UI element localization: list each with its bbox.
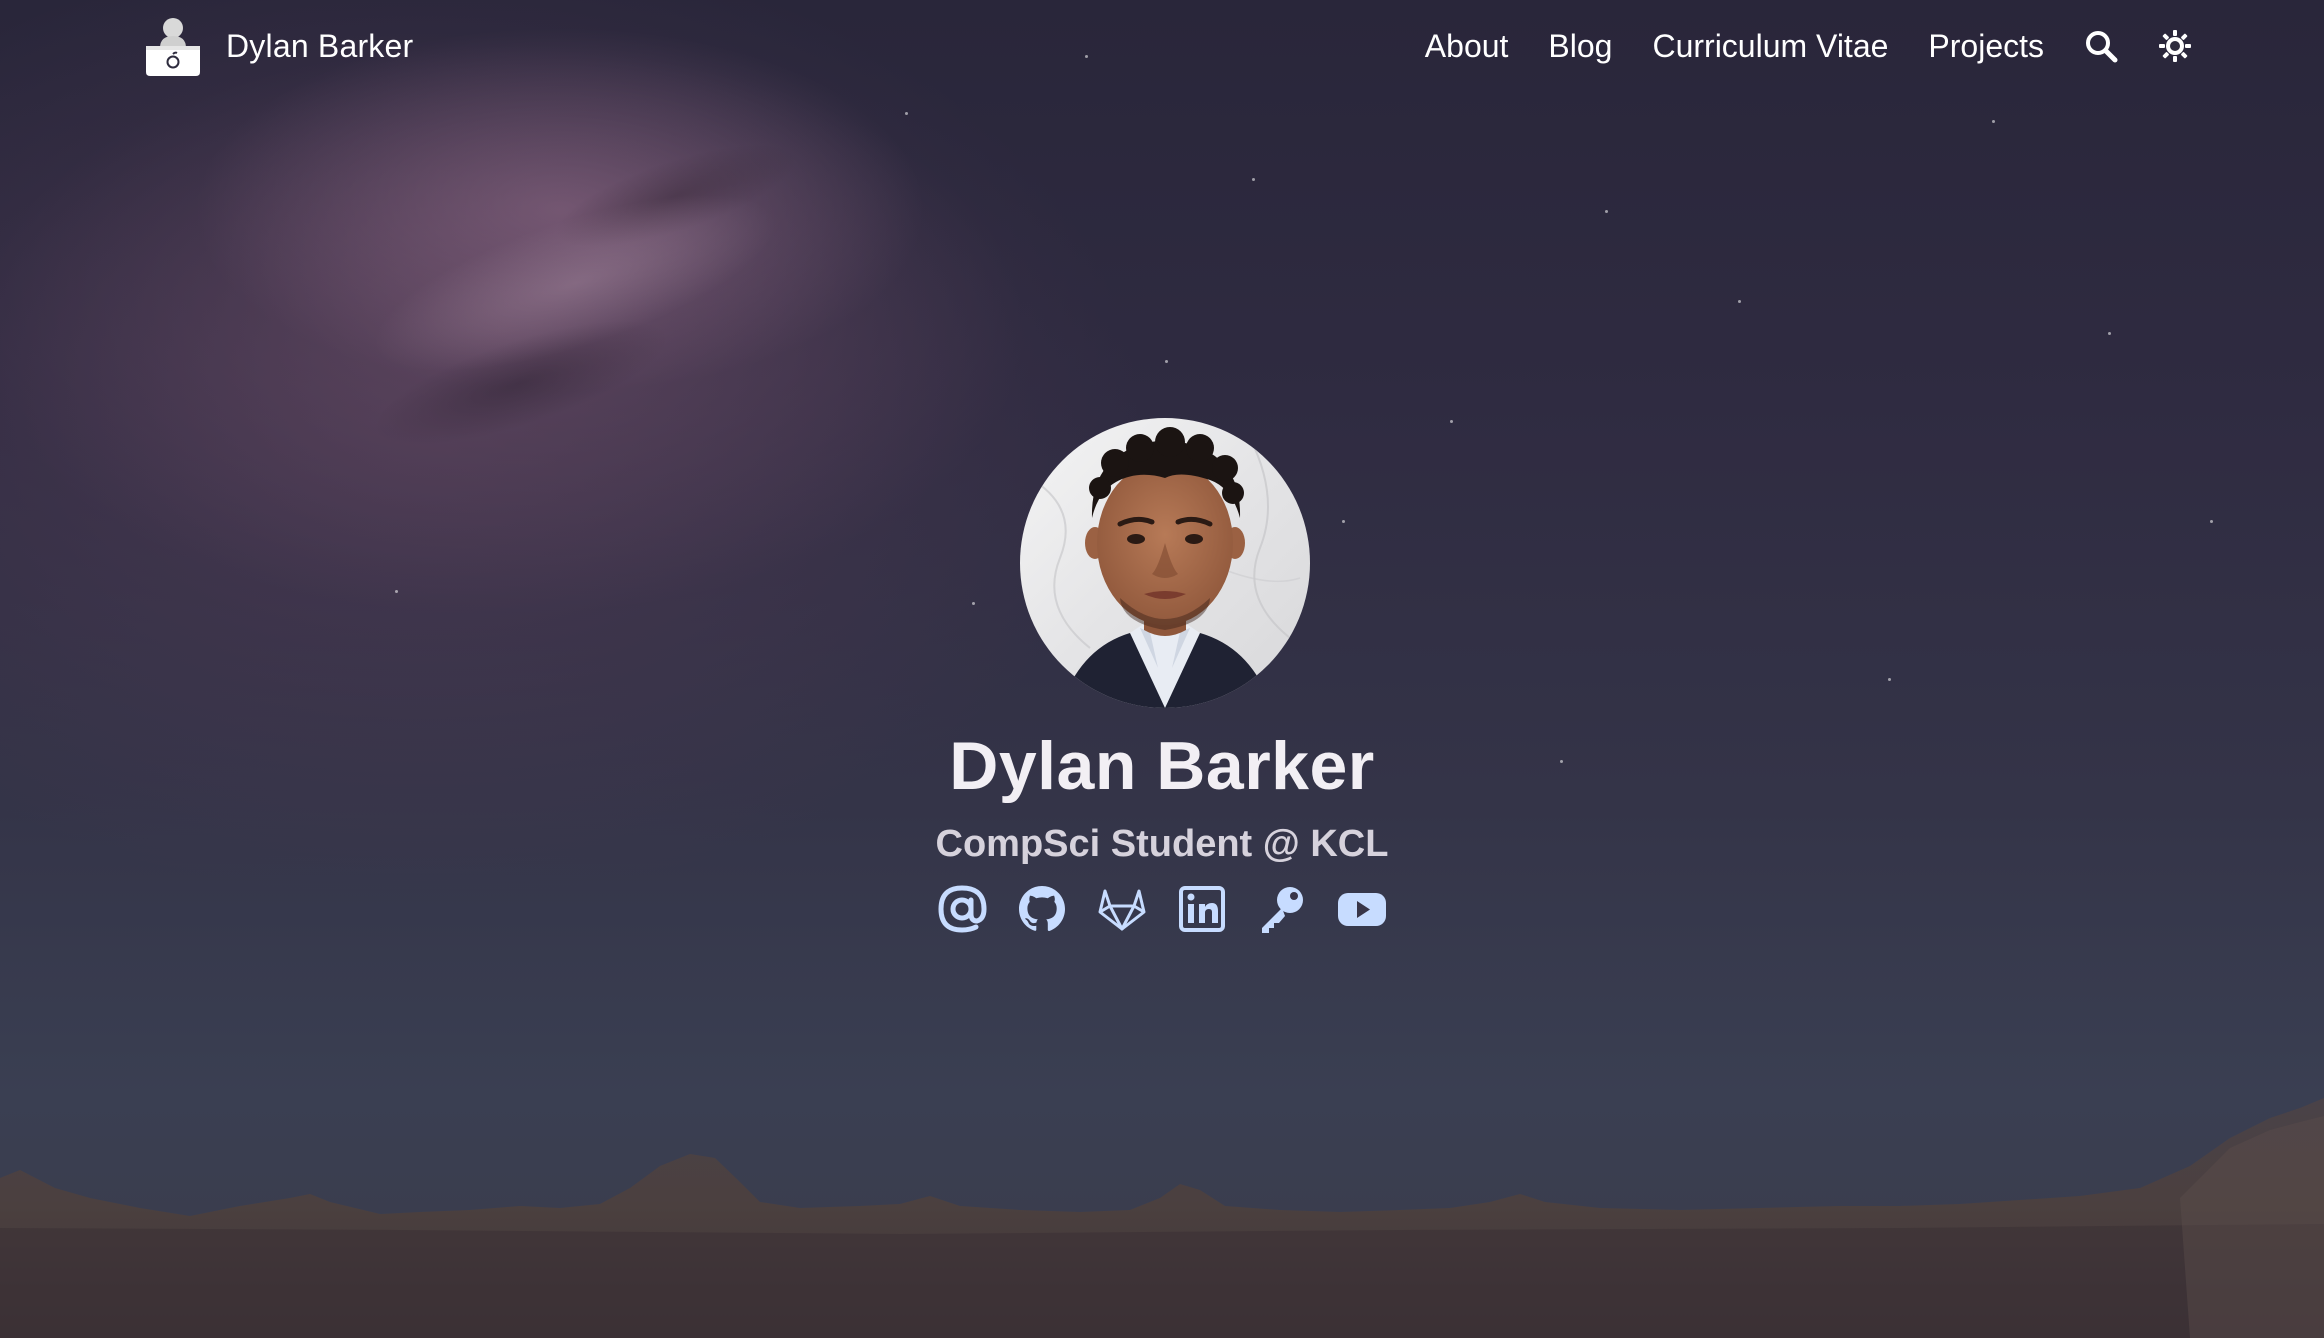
nav-item-about[interactable]: About	[1425, 22, 1509, 70]
brand-home-link[interactable]: Dylan Barker	[140, 14, 413, 78]
hero-subtitle: CompSci Student @ KCL	[935, 822, 1389, 865]
search-icon[interactable]	[2084, 29, 2118, 63]
github-icon[interactable]	[1016, 883, 1068, 935]
gitlab-icon[interactable]	[1096, 883, 1148, 935]
youtube-icon[interactable]	[1336, 883, 1388, 935]
hero-section: Dylan Barker CompSci Student @ KCL	[0, 418, 2324, 935]
profile-avatar	[1020, 418, 1310, 708]
desert-mountains	[0, 1098, 2324, 1338]
top-navbar: Dylan Barker About Blog Curriculum Vitae…	[0, 0, 2324, 94]
nav-item-curriculum-vitae[interactable]: Curriculum Vitae	[1652, 22, 1888, 70]
email-icon[interactable]	[936, 883, 988, 935]
social-links	[0, 883, 2324, 935]
theme-toggle-icon[interactable]	[2158, 29, 2192, 63]
hero-name: Dylan Barker	[949, 728, 1375, 804]
nav-links: About Blog Curriculum Vitae Projects	[1385, 22, 2192, 70]
nav-item-projects[interactable]: Projects	[1928, 22, 2044, 70]
brand-logo-icon	[146, 18, 200, 76]
key-icon[interactable]	[1256, 883, 1308, 935]
nav-item-blog[interactable]: Blog	[1548, 22, 1612, 70]
brand-name: Dylan Barker	[226, 27, 414, 64]
linkedin-icon[interactable]	[1176, 883, 1228, 935]
